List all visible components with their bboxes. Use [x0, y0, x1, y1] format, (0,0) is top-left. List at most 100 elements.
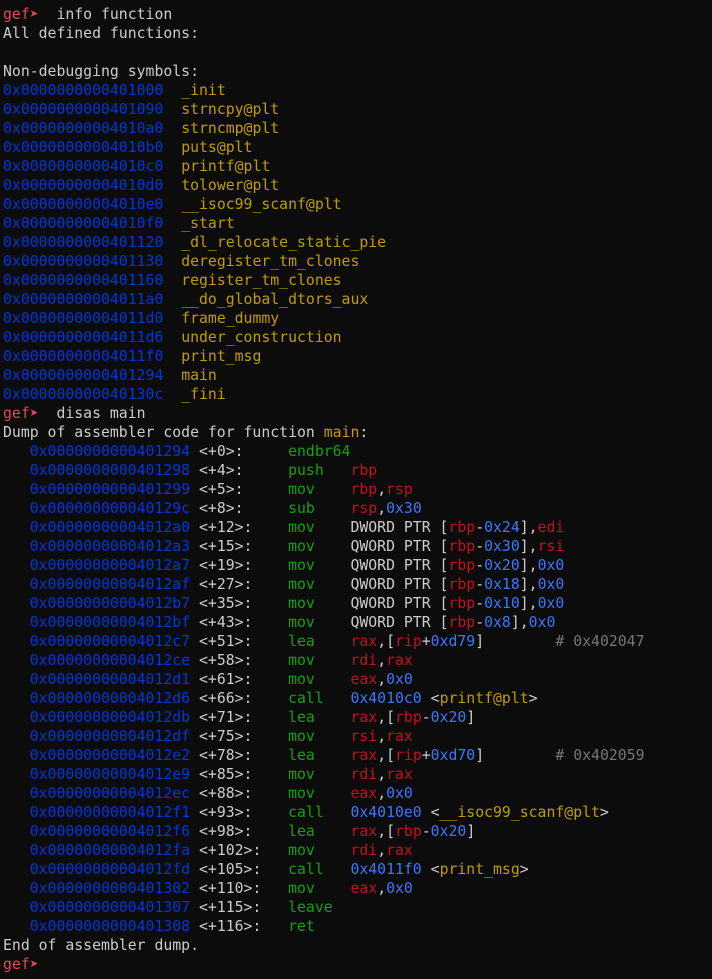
register-text: rsi — [350, 728, 378, 745]
terminal-line-symbol: 0x0000000000401090 strncpy@plt — [3, 100, 712, 119]
symbol-name: printf@plt — [439, 690, 529, 707]
symbol-name: _fini — [181, 386, 226, 403]
gef-prompt: gef➤ — [3, 405, 57, 422]
plain-text: , — [377, 671, 387, 688]
plain-text: , — [377, 842, 387, 859]
plain-text — [3, 500, 30, 517]
address-text: 0x00000000004010f0 — [3, 215, 164, 232]
plain-text: <+85>: — [190, 766, 289, 783]
plain-text — [163, 177, 181, 194]
plain-text: , — [377, 481, 387, 498]
symbol-name: __do_global_dtors_aux — [181, 291, 369, 308]
plain-text — [163, 310, 181, 327]
plain-text: <+8>: — [190, 500, 289, 517]
mnemonic-text: push — [288, 462, 351, 479]
terminal-output[interactable]: gef➤ info function All defined functions:… — [0, 0, 712, 974]
plain-text — [3, 443, 30, 460]
symbol-name: tolower@plt — [181, 177, 280, 194]
number-text: 0x4010c0 — [350, 690, 422, 707]
plain-text — [163, 158, 181, 175]
number-text: 0x8 — [484, 614, 511, 631]
register-text: rsp — [350, 500, 378, 517]
plain-text — [3, 728, 30, 745]
plain-text: <+105>: — [190, 861, 289, 878]
address-text: 0x00000000004012db — [29, 709, 191, 726]
plain-text — [163, 291, 181, 308]
register-text: rax — [386, 728, 413, 745]
plain-text: <+51>: — [190, 633, 289, 650]
number-text: 0x18 — [484, 576, 520, 593]
plain-text: - — [475, 538, 485, 555]
terminal-line-asm: 0x00000000004012db <+71>: lea rax,[rbp-0… — [3, 708, 712, 727]
plain-text — [3, 557, 30, 574]
terminal-line-asm: 0x00000000004012a3 <+15>: mov QWORD PTR … — [3, 537, 712, 556]
plain-text — [163, 234, 181, 251]
plain-text: QWORD PTR [ — [350, 614, 449, 631]
address-text: 0x00000000004012f1 — [29, 804, 191, 821]
terminal-line-symbol: 0x0000000000401130 deregister_tm_clones — [3, 252, 712, 271]
symbol-name: main — [181, 367, 217, 384]
number-text: 0x20 — [430, 709, 467, 726]
mnemonic-text: mov — [288, 785, 351, 802]
address-text: 0x00000000004011d6 — [3, 329, 164, 346]
plain-text — [3, 633, 30, 650]
mnemonic-text: lea — [288, 709, 351, 726]
plain-text: ,[ — [377, 633, 396, 650]
register-text: eax — [350, 671, 378, 688]
terminal-line-symbol: 0x00000000004010a0 strncmp@plt — [3, 119, 712, 138]
plain-text: < — [421, 804, 440, 821]
terminal-line-asm: 0x00000000004012df <+75>: mov rsi,rax — [3, 727, 712, 746]
terminal-line-symbol: 0x00000000004010f0 _start — [3, 214, 712, 233]
mnemonic-text: mov — [288, 766, 351, 783]
address-text: 0x00000000004012a0 — [29, 519, 191, 536]
address-text: 0x00000000004012e9 — [29, 766, 191, 783]
plain-text: ] — [475, 747, 556, 764]
plain-text — [3, 747, 30, 764]
address-text: 0x0000000000401000 — [3, 82, 164, 99]
plain-text — [3, 576, 30, 593]
mnemonic-text: call — [288, 804, 351, 821]
plain-text — [163, 215, 181, 232]
plain-text: ] — [475, 633, 556, 650]
terminal-line-symbol: 0x0000000000401160 register_tm_clones — [3, 271, 712, 290]
terminal-line-asm: 0x0000000000401307 <+115>: leave — [3, 898, 712, 917]
register-text: rdi — [350, 766, 378, 783]
plain-text: <+19>: — [190, 557, 289, 574]
terminal-line-asm: 0x00000000004012fa <+102>: mov rdi,rax — [3, 841, 712, 860]
mnemonic-text: mov — [288, 880, 351, 897]
plain-text — [3, 842, 30, 859]
plain-text: ] — [466, 709, 476, 726]
register-text: rax — [350, 747, 378, 764]
mnemonic-text: mov — [288, 842, 351, 859]
mnemonic-text: endbr64 — [288, 443, 351, 460]
mnemonic-text: mov — [288, 557, 351, 574]
address-text: 0x00000000004012ec — [29, 785, 191, 802]
mnemonic-text: mov — [288, 652, 351, 669]
plain-text: - — [475, 595, 485, 612]
address-text: 0x00000000004012af — [29, 576, 191, 593]
plain-text — [3, 918, 30, 935]
address-text: 0x00000000004011d0 — [3, 310, 164, 327]
plain-text — [3, 462, 30, 479]
register-text: rsi — [537, 538, 565, 555]
terminal-line-output: All defined functions: — [3, 24, 712, 43]
address-text: 0x00000000004010a0 — [3, 120, 164, 137]
number-text: 0x20 — [484, 557, 520, 574]
plain-text — [3, 709, 30, 726]
address-text: 0x00000000004010d0 — [3, 177, 164, 194]
register-text: rax — [386, 842, 413, 859]
plain-text — [163, 120, 181, 137]
plain-text — [3, 652, 30, 669]
plain-text: , — [377, 500, 387, 517]
plain-text: <+102>: — [190, 842, 289, 859]
symbol-name: __isoc99_scanf@plt — [439, 804, 600, 821]
mnemonic-text: mov — [288, 519, 351, 536]
address-text: 0x0000000000401308 — [29, 918, 191, 935]
symbol-name: strncpy@plt — [181, 101, 280, 118]
plain-text: Dump of assembler code for function — [3, 424, 324, 441]
mnemonic-text: mov — [288, 538, 351, 555]
plain-text — [163, 367, 181, 384]
register-text: eax — [350, 785, 378, 802]
number-text: 0x0 — [528, 614, 556, 631]
register-text: rax — [350, 633, 378, 650]
